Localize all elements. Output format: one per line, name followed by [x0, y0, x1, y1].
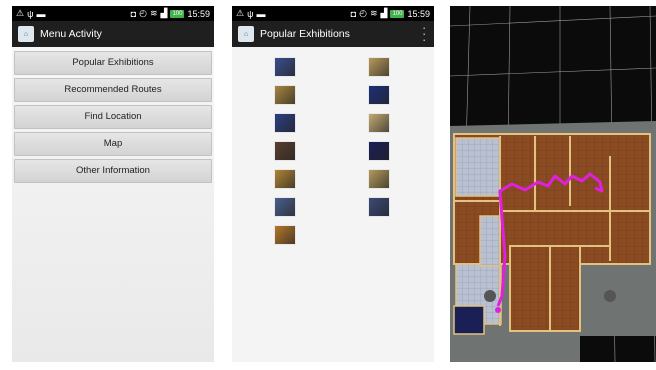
- map-canvas: [450, 6, 656, 362]
- pillar: [484, 290, 496, 302]
- battery-icon: 100: [170, 9, 185, 18]
- exhibition-thumbnail[interactable]: [274, 85, 296, 105]
- wifi-icon: ≋: [149, 8, 158, 18]
- exhibition-thumbnail[interactable]: [368, 197, 390, 217]
- status-bar: ⚠ ψ ▬ ◘ ◴ ≋ ▟ 100 15:59: [12, 6, 214, 21]
- page-title: Popular Exhibitions: [260, 28, 350, 40]
- action-bar: ⌂ Menu Activity: [12, 21, 214, 47]
- pillar: [604, 290, 616, 302]
- menu-button-recommended-routes[interactable]: Recommended Routes: [14, 78, 212, 102]
- usb-icon: ψ: [247, 8, 254, 19]
- vibrate-icon: ◘: [130, 8, 137, 19]
- action-bar: ⌂ Popular Exhibitions · · ·: [232, 21, 434, 47]
- exhibition-thumbnail[interactable]: [274, 141, 296, 161]
- exhibition-thumbnail[interactable]: [368, 141, 390, 161]
- phone-menu-activity: ⚠ ψ ▬ ◘ ◴ ≋ ▟ 100 15:59 ⌂ Menu Activity …: [12, 6, 214, 362]
- exhibition-thumbnail[interactable]: [368, 113, 390, 133]
- exhibition-thumbnail[interactable]: [368, 57, 390, 77]
- page-title: Menu Activity: [40, 28, 102, 40]
- signal-icon: ▟: [160, 8, 168, 18]
- menu-button-popular-exhibitions[interactable]: Popular Exhibitions: [14, 51, 212, 75]
- menu-button-find-location[interactable]: Find Location: [14, 105, 212, 129]
- message-icon: ▬: [36, 8, 46, 19]
- tiled-room: [479, 215, 501, 267]
- vibrate-icon: ◘: [350, 8, 357, 19]
- warning-icon: ⚠: [16, 8, 25, 18]
- exhibition-thumbnail[interactable]: [274, 113, 296, 133]
- exhibition-grid: [232, 47, 434, 362]
- wifi-icon: ≋: [369, 8, 378, 18]
- app-icon[interactable]: ⌂: [18, 26, 34, 42]
- exhibition-thumbnail[interactable]: [274, 225, 296, 245]
- dark-room: [453, 305, 485, 335]
- menu-button-map[interactable]: Map: [14, 132, 212, 156]
- floor-map-3d[interactable]: [450, 6, 656, 362]
- warning-icon: ⚠: [236, 8, 245, 18]
- menu-button-other-information[interactable]: Other Information: [14, 159, 212, 183]
- tiled-room: [455, 137, 501, 197]
- exhibition-thumbnail[interactable]: [274, 169, 296, 189]
- overflow-menu-icon[interactable]: · · ·: [422, 21, 426, 46]
- battery-icon: 100: [390, 9, 405, 18]
- signal-icon: ▟: [380, 8, 388, 18]
- clock: 15:59: [407, 8, 430, 19]
- route-end-marker: [495, 307, 501, 313]
- menu-list: Popular Exhibitions Recommended Routes F…: [12, 47, 214, 362]
- exhibition-thumbnail[interactable]: [274, 57, 296, 77]
- status-bar: ⚠ ψ ▬ ◘ ◴ ≋ ▟ 100 15:59: [232, 6, 434, 21]
- alarm-icon: ◴: [139, 8, 147, 18]
- clock: 15:59: [187, 8, 210, 19]
- usb-icon: ψ: [27, 8, 34, 19]
- exhibition-thumbnail[interactable]: [368, 169, 390, 189]
- floor-area-lower: [509, 245, 581, 332]
- app-icon[interactable]: ⌂: [238, 26, 254, 42]
- exhibition-thumbnail[interactable]: [274, 197, 296, 217]
- exhibition-thumbnail[interactable]: [368, 85, 390, 105]
- phone-popular-exhibitions: ⚠ ψ ▬ ◘ ◴ ≋ ▟ 100 15:59 ⌂ Popular Exhibi…: [232, 6, 434, 362]
- alarm-icon: ◴: [359, 8, 367, 18]
- message-icon: ▬: [256, 8, 266, 19]
